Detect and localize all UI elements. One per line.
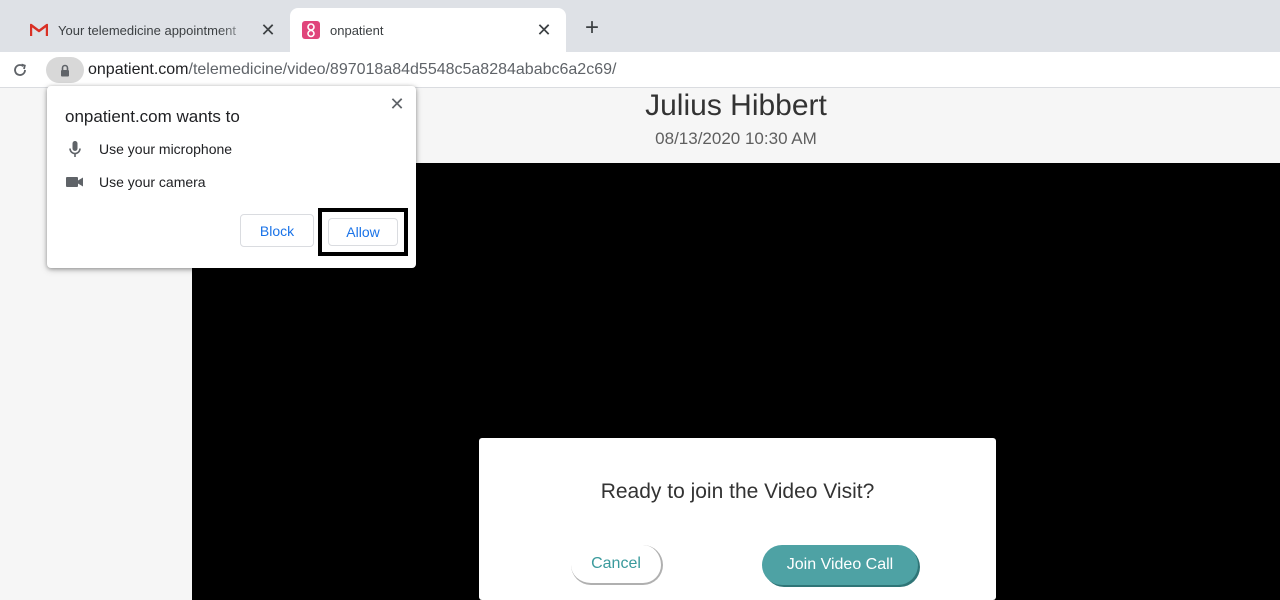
tab-onpatient[interactable]: onpatient ✕ (290, 8, 566, 52)
block-button[interactable]: Block (240, 214, 314, 247)
permission-label: Use your camera (99, 174, 206, 190)
lock-icon[interactable] (46, 57, 84, 83)
tab-gmail[interactable]: Your telemedicine appointment ✕ (18, 8, 290, 52)
microphone-icon (65, 139, 85, 159)
url-text: onpatient.com/telemedicine/video/897018a… (88, 61, 616, 79)
close-tab-icon[interactable]: ✕ (534, 20, 554, 40)
address-bar[interactable]: onpatient.com/telemedicine/video/897018a… (46, 55, 1280, 85)
camera-icon (65, 172, 85, 192)
join-dialog: Ready to join the Video Visit? Cancel Jo… (479, 438, 996, 600)
browser-toolbar: onpatient.com/telemedicine/video/897018a… (0, 52, 1280, 88)
url-domain: onpatient.com (88, 61, 189, 78)
cancel-button[interactable]: Cancel (571, 545, 663, 585)
url-path: /telemedicine/video/897018a84d5548c5a828… (188, 61, 617, 78)
permission-prompt: onpatient.com wants to ✕ Use your microp… (47, 86, 416, 268)
tab-title: Your telemedicine appointment (58, 22, 237, 38)
allow-highlight-frame: Allow (318, 208, 408, 256)
join-video-call-button[interactable]: Join Video Call (762, 545, 918, 585)
permission-item-camera: Use your camera (65, 171, 206, 193)
join-dialog-title: Ready to join the Video Visit? (600, 480, 875, 503)
tab-title: onpatient (330, 22, 384, 38)
close-icon[interactable]: ✕ (387, 94, 407, 114)
permission-label: Use your microphone (99, 141, 233, 157)
close-tab-icon[interactable]: ✕ (258, 20, 278, 40)
permission-item-microphone: Use your microphone (65, 138, 232, 160)
permission-title: onpatient.com wants to (65, 107, 240, 126)
gmail-icon (30, 21, 48, 39)
browser-tab-strip: Your telemedicine appointment ✕ onpatien… (0, 0, 1280, 52)
allow-button[interactable]: Allow (328, 218, 398, 246)
reload-icon[interactable] (8, 58, 32, 82)
onpatient-icon (302, 21, 320, 39)
new-tab-button[interactable]: + (578, 14, 606, 42)
